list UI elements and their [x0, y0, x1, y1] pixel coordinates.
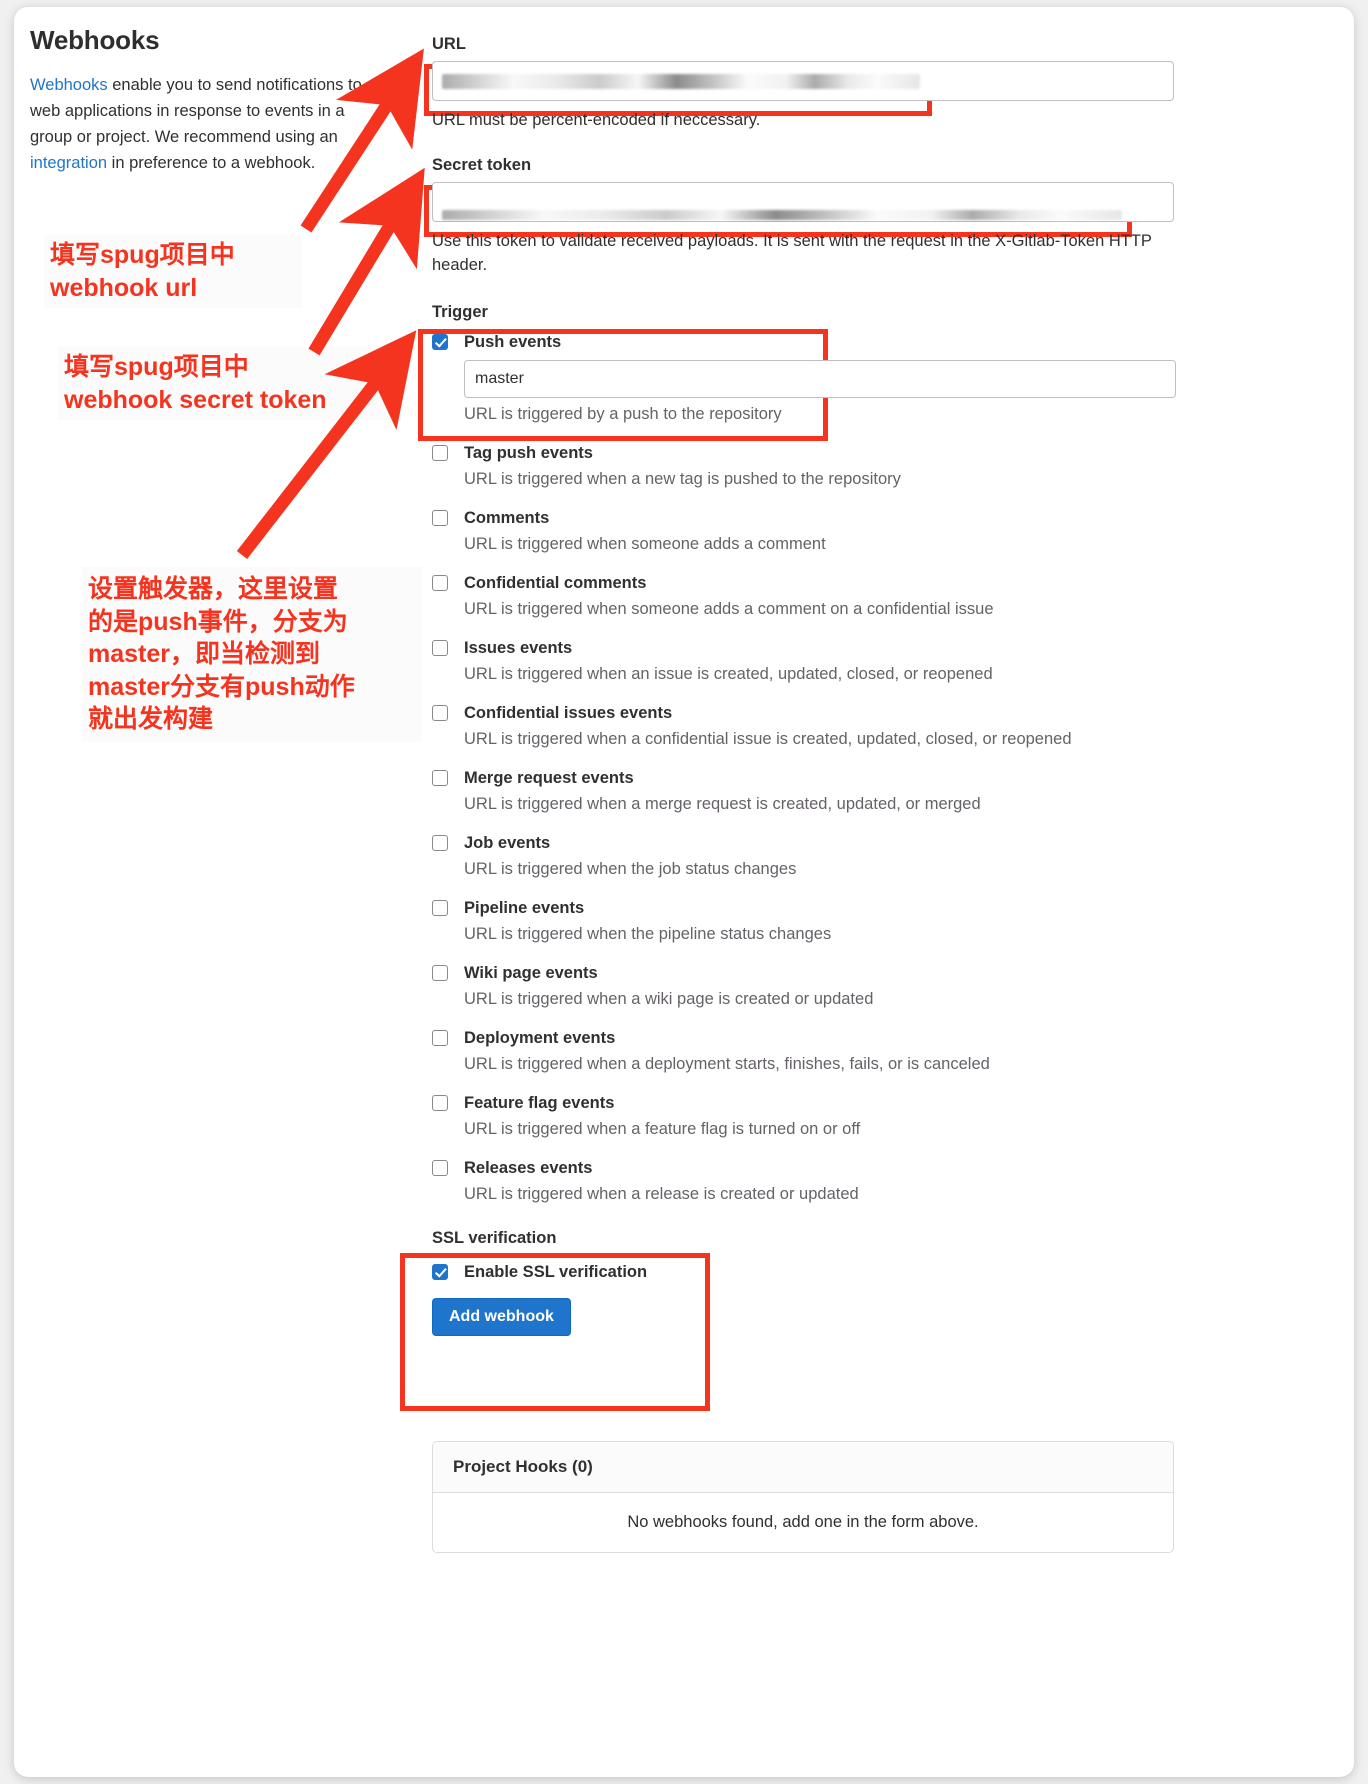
- event-label: Wiki page events: [464, 964, 598, 982]
- event-description: URL is triggered when a wiki page is cre…: [464, 990, 874, 1008]
- event-description: URL is triggered when a confidential iss…: [464, 730, 1072, 748]
- event-checkbox[interactable]: [432, 900, 448, 916]
- event-label: Releases events: [464, 1159, 593, 1177]
- event-checkbox[interactable]: [432, 510, 448, 526]
- event-checkbox[interactable]: [432, 1030, 448, 1046]
- secret-token-help-text: Use this token to validate received payl…: [432, 232, 1152, 274]
- event-row[interactable]: Confidential issues events URL is trigger…: [432, 703, 1180, 750]
- url-help-text: URL must be percent-encoded if neccessar…: [432, 111, 761, 129]
- trigger-section-label: Trigger: [432, 303, 488, 321]
- event-label: Issues events: [464, 639, 573, 657]
- event-row[interactable]: Job events URL is triggered when the job …: [432, 833, 1180, 880]
- annotation-trigger-note: 设置触发器，这里设置 的是push事件，分支为 master，即当检测到 mas…: [82, 567, 422, 742]
- event-label: Confidential issues events: [464, 704, 673, 722]
- url-field-group: URL URL must be percent-encoded if necce…: [432, 35, 1180, 132]
- event-row[interactable]: Feature flag events URL is triggered when…: [432, 1093, 1180, 1140]
- event-checkbox[interactable]: [432, 1160, 448, 1176]
- integration-doc-link[interactable]: integration: [30, 154, 107, 172]
- project-hooks-empty-message: No webhooks found, add one in the form a…: [627, 1513, 979, 1531]
- event-row[interactable]: Deployment events URL is triggered when a…: [432, 1028, 1180, 1075]
- project-hooks-header: Project Hooks (0): [433, 1442, 1173, 1493]
- event-label: Confidential comments: [464, 574, 647, 592]
- event-checkbox[interactable]: [432, 965, 448, 981]
- event-description: URL is triggered when a deployment start…: [464, 1055, 990, 1073]
- event-description: URL is triggered when a merge request is…: [464, 795, 981, 813]
- event-label: Job events: [464, 834, 551, 852]
- trigger-events-list: Push events URL is triggered by a push to…: [432, 332, 1180, 1205]
- event-description: URL is triggered when a release is creat…: [464, 1185, 859, 1203]
- page-title: Webhooks: [30, 25, 160, 55]
- event-checkbox[interactable]: [432, 770, 448, 786]
- event-label: Deployment events: [464, 1029, 616, 1047]
- event-label: Feature flag events: [464, 1094, 615, 1112]
- event-description: URL is triggered when someone adds a com…: [464, 535, 826, 553]
- annotation-url-note: 填写spug项目中 webhook url: [44, 235, 302, 308]
- secret-token-redaction-overlay: [442, 210, 1122, 220]
- event-label: Tag push events: [464, 444, 593, 462]
- event-label: Merge request events: [464, 769, 634, 787]
- url-input-wrapper: [432, 61, 1180, 101]
- ssl-checkbox[interactable]: [432, 1264, 448, 1280]
- project-hooks-panel: Project Hooks (0) No webhooks found, add…: [432, 1441, 1174, 1553]
- event-row[interactable]: Confidential comments URL is triggered wh…: [432, 573, 1180, 620]
- event-description: URL is triggered when the pipeline statu…: [464, 925, 832, 943]
- arrow-to-token: [308, 167, 425, 356]
- webhooks-settings-card: Webhooks Webhooks enable you to send not…: [14, 7, 1354, 1777]
- ssl-verification-section: SSL verification Enable SSL verification…: [432, 1229, 1180, 1336]
- webhook-form: URL URL must be percent-encoded if necce…: [432, 35, 1180, 1336]
- add-webhook-button[interactable]: Add webhook: [432, 1298, 571, 1336]
- event-row[interactable]: Pipeline events URL is triggered when the…: [432, 898, 1180, 945]
- event-description: URL is triggered when an issue is create…: [464, 665, 993, 683]
- webhooks-doc-link[interactable]: Webhooks: [30, 76, 108, 94]
- intro-text-part-2: in preference to a webhook.: [107, 154, 316, 172]
- page-description: Webhooks enable you to send notification…: [30, 72, 382, 176]
- secret-token-label: Secret token: [432, 156, 532, 174]
- event-checkbox[interactable]: [432, 705, 448, 721]
- ssl-section-title: SSL verification: [432, 1229, 557, 1247]
- event-row[interactable]: Issues events URL is triggered when an is…: [432, 638, 1180, 685]
- ssl-checkbox-row[interactable]: Enable SSL verification: [432, 1262, 1180, 1282]
- event-checkbox[interactable]: [432, 445, 448, 461]
- secret-token-input-wrapper: [432, 182, 1180, 222]
- event-label: Push events: [464, 333, 562, 351]
- event-checkbox[interactable]: [432, 640, 448, 656]
- event-checkbox[interactable]: [432, 575, 448, 591]
- event-row[interactable]: Push events URL is triggered by a push to…: [432, 332, 1180, 425]
- event-label: Pipeline events: [464, 899, 585, 917]
- event-description: URL is triggered when a feature flag is …: [464, 1120, 861, 1138]
- event-row[interactable]: Releases events URL is triggered when a r…: [432, 1158, 1180, 1205]
- event-description: URL is triggered by a push to the reposi…: [464, 405, 782, 423]
- page-intro-column: Webhooks Webhooks enable you to send not…: [30, 25, 410, 176]
- event-row[interactable]: Tag push events URL is triggered when a n…: [432, 443, 1180, 490]
- secret-token-field-group: Secret token Use this token to validate …: [432, 156, 1180, 277]
- url-label: URL: [432, 35, 466, 53]
- screenshot-root: Webhooks Webhooks enable you to send not…: [0, 0, 1368, 1784]
- push-branch-input[interactable]: [464, 360, 1176, 398]
- event-checkbox[interactable]: [432, 835, 448, 851]
- url-redaction-overlay: [442, 74, 920, 89]
- event-description: URL is triggered when someone adds a com…: [464, 600, 994, 618]
- event-description: URL is triggered when the job status cha…: [464, 860, 797, 878]
- event-row[interactable]: Wiki page events URL is triggered when a …: [432, 963, 1180, 1010]
- event-row[interactable]: Merge request events URL is triggered whe…: [432, 768, 1180, 815]
- event-label: Comments: [464, 509, 550, 527]
- ssl-checkbox-label: Enable SSL verification: [464, 1263, 648, 1281]
- event-description: URL is triggered when a new tag is pushe…: [464, 470, 901, 488]
- event-checkbox[interactable]: [432, 334, 448, 350]
- annotation-token-note: 填写spug项目中 webhook secret token: [58, 347, 390, 420]
- event-row[interactable]: Comments URL is triggered when someone ad…: [432, 508, 1180, 555]
- event-checkbox[interactable]: [432, 1095, 448, 1111]
